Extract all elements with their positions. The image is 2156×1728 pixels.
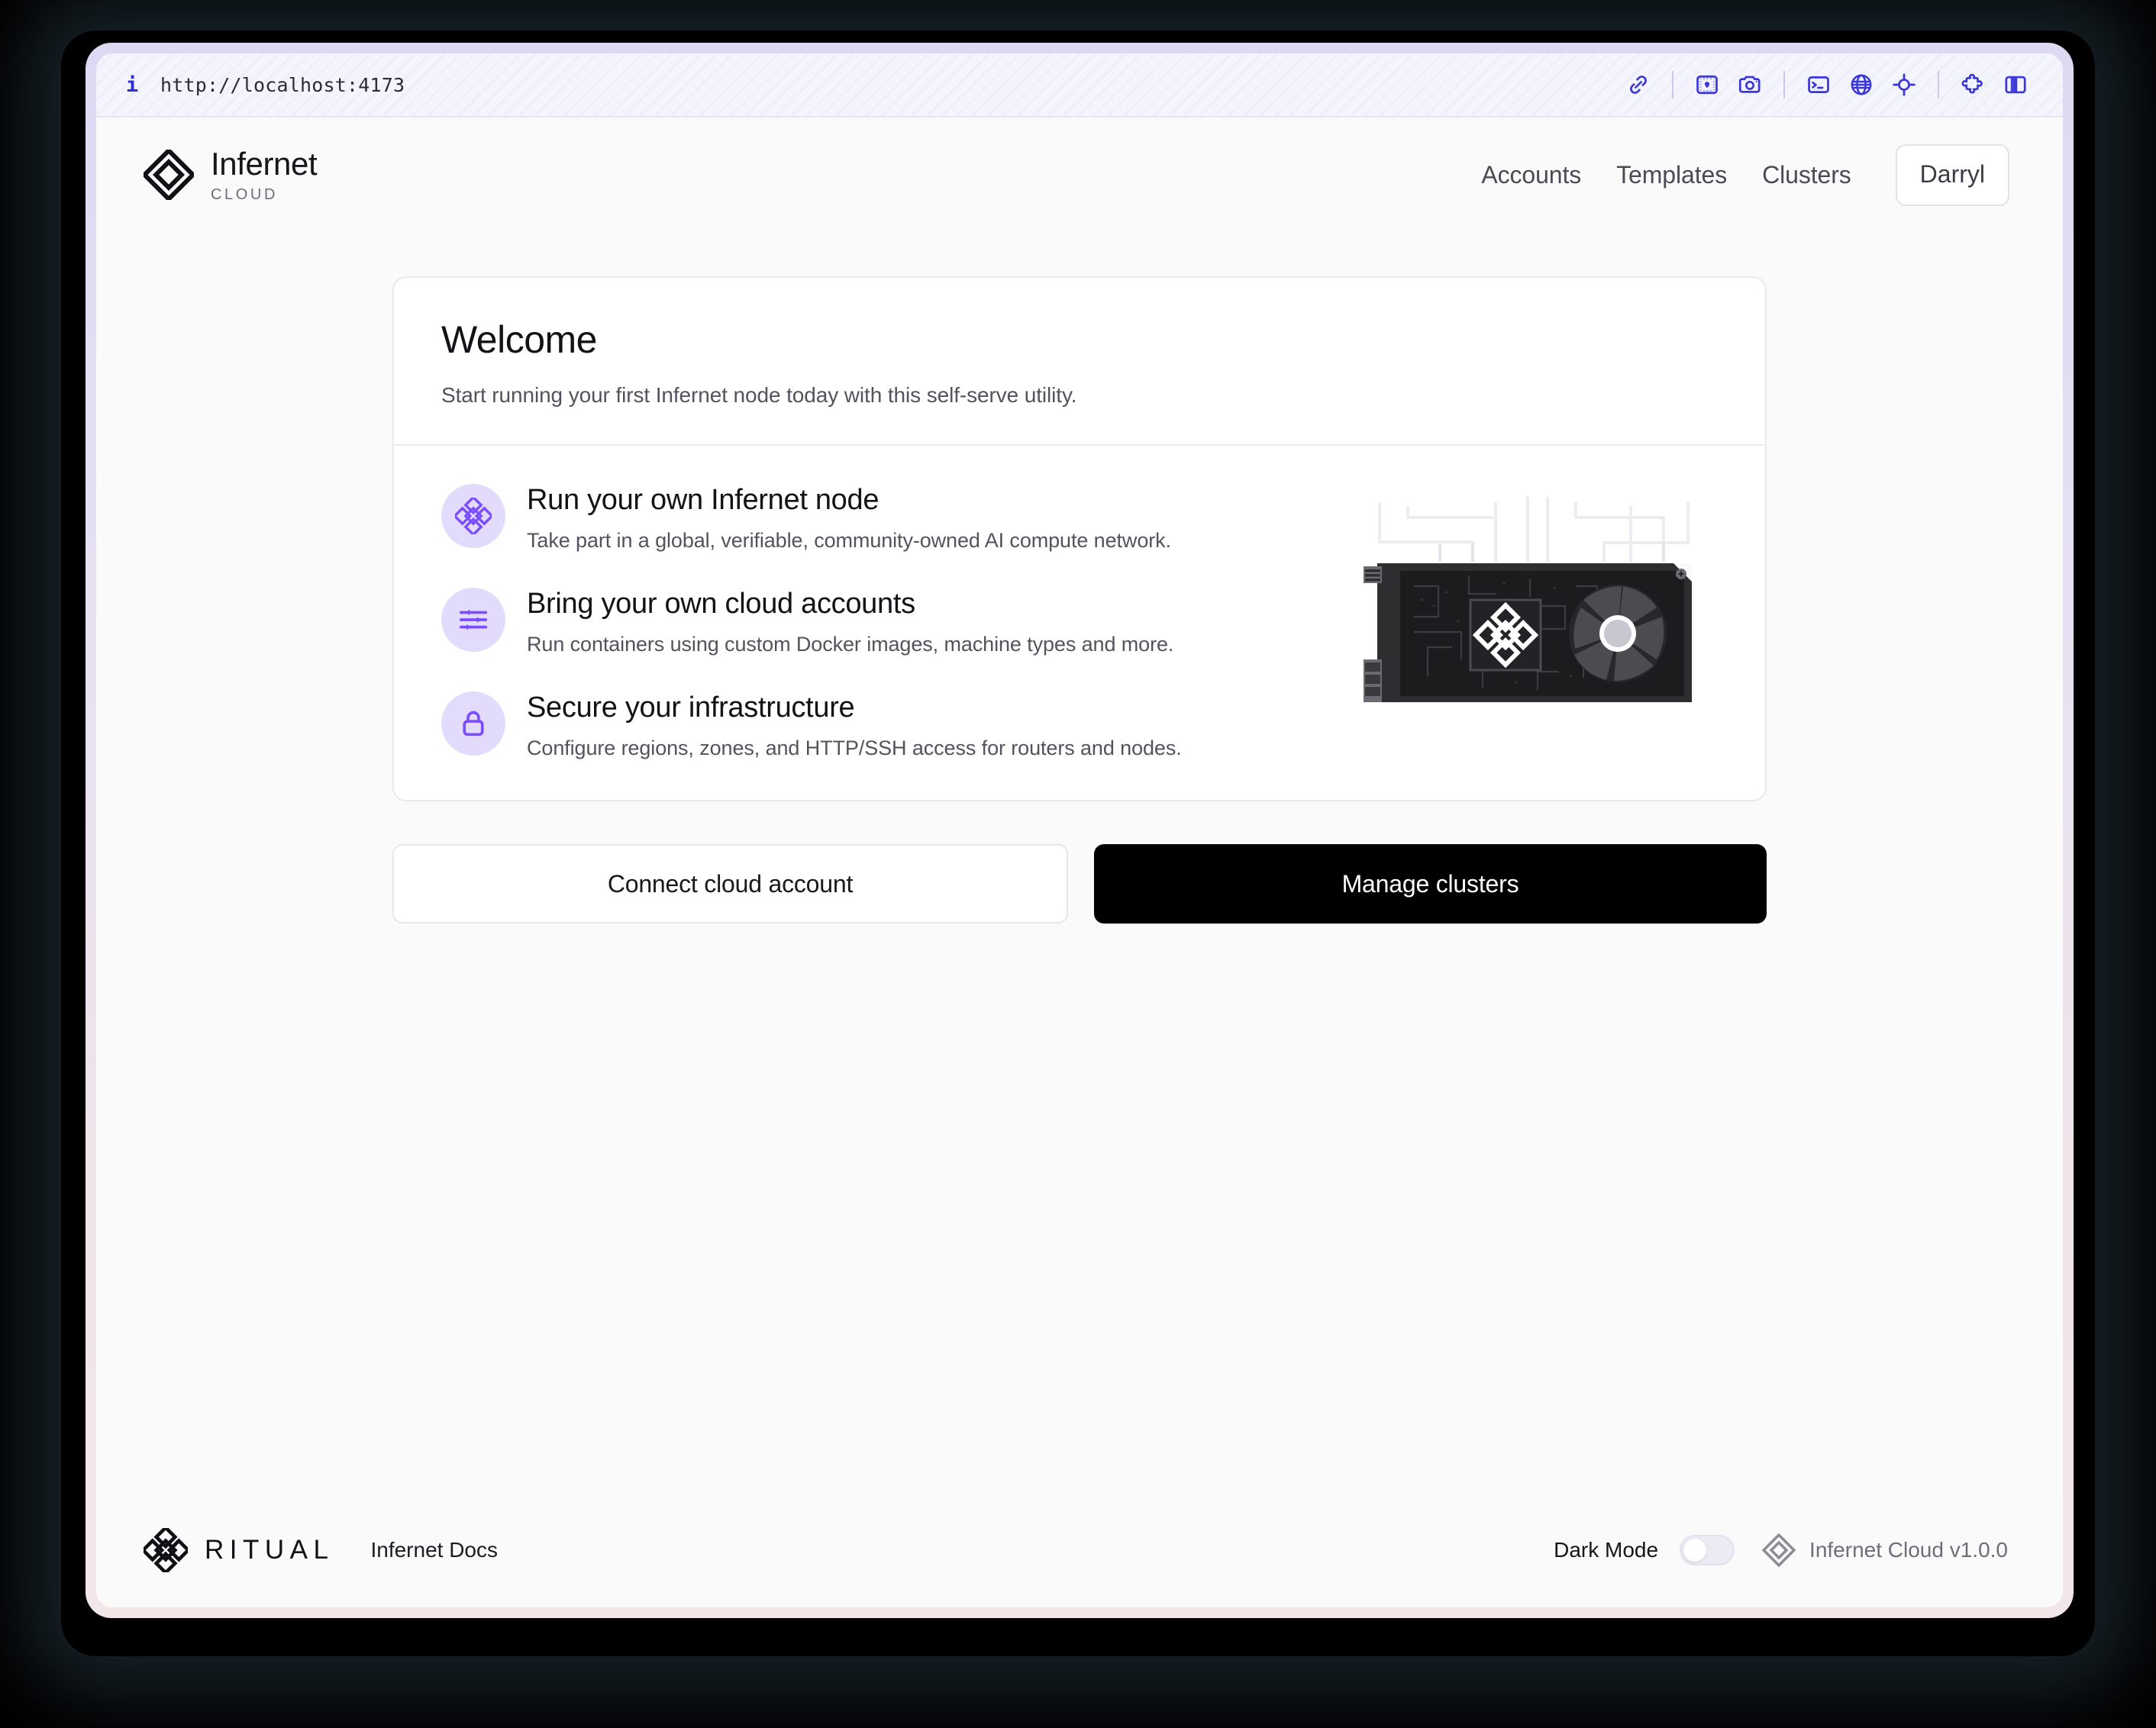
browser-window-frame: i http://localhost:4173 Infernet CLOUD A… <box>86 43 2074 1618</box>
url-text[interactable]: http://localhost:4173 <box>160 74 405 96</box>
ritual-knot-logo <box>144 1528 188 1572</box>
desktop-background: i http://localhost:4173 Infernet CLOUD A… <box>0 0 2156 1728</box>
brand-subtitle: CLOUD <box>211 185 279 203</box>
globe-icon[interactable] <box>1840 65 1883 105</box>
app-page: Infernet CLOUD Accounts Templates Cluste… <box>96 118 2063 1607</box>
user-menu-button[interactable]: Darryl <box>1895 143 2009 206</box>
nav-item-accounts[interactable]: Accounts <box>1481 161 1581 189</box>
terminal-icon[interactable] <box>1797 65 1840 105</box>
infernet-diamond-icon <box>1762 1533 1796 1567</box>
camera-icon[interactable] <box>1728 65 1771 105</box>
ritual-knot-icon <box>441 484 505 548</box>
toolbar-separator <box>1938 71 1939 98</box>
dark-mode-label: Dark Mode <box>1554 1538 1659 1562</box>
feature-item: Bring your own cloud accounts Run contai… <box>441 586 1296 656</box>
welcome-card-body: Run your own Infernet node Take part in … <box>394 446 1765 800</box>
browser-action-icons <box>1617 65 2037 105</box>
sliders-icon <box>441 588 505 652</box>
connect-cloud-account-button[interactable]: Connect cloud account <box>392 844 1068 924</box>
nav-item-clusters[interactable]: Clusters <box>1762 161 1851 189</box>
feature-description: Configure regions, zones, and HTTP/SSH a… <box>527 737 1182 759</box>
nav-item-templates[interactable]: Templates <box>1616 161 1727 189</box>
lock-icon <box>441 692 505 756</box>
manage-clusters-button[interactable]: Manage clusters <box>1094 844 1767 924</box>
crosshair-icon[interactable] <box>1883 65 1925 105</box>
split-panel-icon[interactable] <box>1994 65 2037 105</box>
feature-text: Bring your own cloud accounts Run contai… <box>527 586 1173 656</box>
ritual-brand[interactable]: RITUAL <box>144 1528 334 1572</box>
infernet-docs-link[interactable]: Infernet Docs <box>370 1538 498 1562</box>
puzzle-icon[interactable] <box>1951 65 1994 105</box>
link-icon[interactable] <box>1617 65 1660 105</box>
version-text: Infernet Cloud v1.0.0 <box>1809 1538 2008 1562</box>
feature-item: Run your own Infernet node Take part in … <box>441 482 1296 553</box>
ritual-wordmark: RITUAL <box>205 1535 334 1565</box>
toolbar-separator <box>1783 71 1785 98</box>
feature-list: Run your own Infernet node Take part in … <box>441 482 1296 760</box>
main-nav: Accounts Templates Clusters Darryl <box>1481 143 2009 206</box>
browser-window: i http://localhost:4173 Infernet CLOUD A… <box>96 53 2063 1607</box>
feature-description: Take part in a global, verifiable, commu… <box>527 529 1171 552</box>
toggle-knob <box>1683 1539 1707 1562</box>
image-icon[interactable] <box>1686 65 1728 105</box>
browser-toolbar: i http://localhost:4173 <box>96 53 2063 118</box>
welcome-card-header: Welcome Start running your first Inferne… <box>394 278 1765 444</box>
page-subtitle: Start running your first Infernet node t… <box>441 383 1077 407</box>
welcome-card: Welcome Start running your first Inferne… <box>392 276 1767 801</box>
main-content: Welcome Start running your first Inferne… <box>96 232 2063 1493</box>
brand-text: Infernet CLOUD <box>211 145 318 203</box>
dark-mode-toggle[interactable] <box>1680 1535 1735 1565</box>
site-header: Infernet CLOUD Accounts Templates Cluste… <box>96 118 2063 232</box>
action-buttons: Connect cloud account Manage clusters <box>392 844 1767 924</box>
feature-item: Secure your infrastructure Configure reg… <box>441 690 1296 760</box>
page-title: Welcome <box>441 318 597 361</box>
feature-description: Run containers using custom Docker image… <box>527 633 1174 656</box>
brand[interactable]: Infernet CLOUD <box>144 145 318 203</box>
footer-right: Dark Mode Infernet Cloud v1.0.0 <box>1554 1533 2008 1567</box>
brand-name: Infernet <box>211 145 318 182</box>
toolbar-separator <box>1672 71 1673 98</box>
feature-title: Run your own Infernet node <box>527 484 880 516</box>
feature-text: Secure your infrastructure Configure reg… <box>527 690 1182 760</box>
infernet-knot-logo <box>144 150 194 200</box>
feature-text: Run your own Infernet node Take part in … <box>527 482 1171 553</box>
feature-title: Secure your infrastructure <box>527 692 855 724</box>
gpu-card-illustration <box>1296 472 1718 731</box>
info-icon[interactable]: i <box>121 73 144 97</box>
site-footer: RITUAL Infernet Docs Dark Mode Infernet … <box>96 1493 2063 1607</box>
feature-title: Bring your own cloud accounts <box>527 588 915 620</box>
